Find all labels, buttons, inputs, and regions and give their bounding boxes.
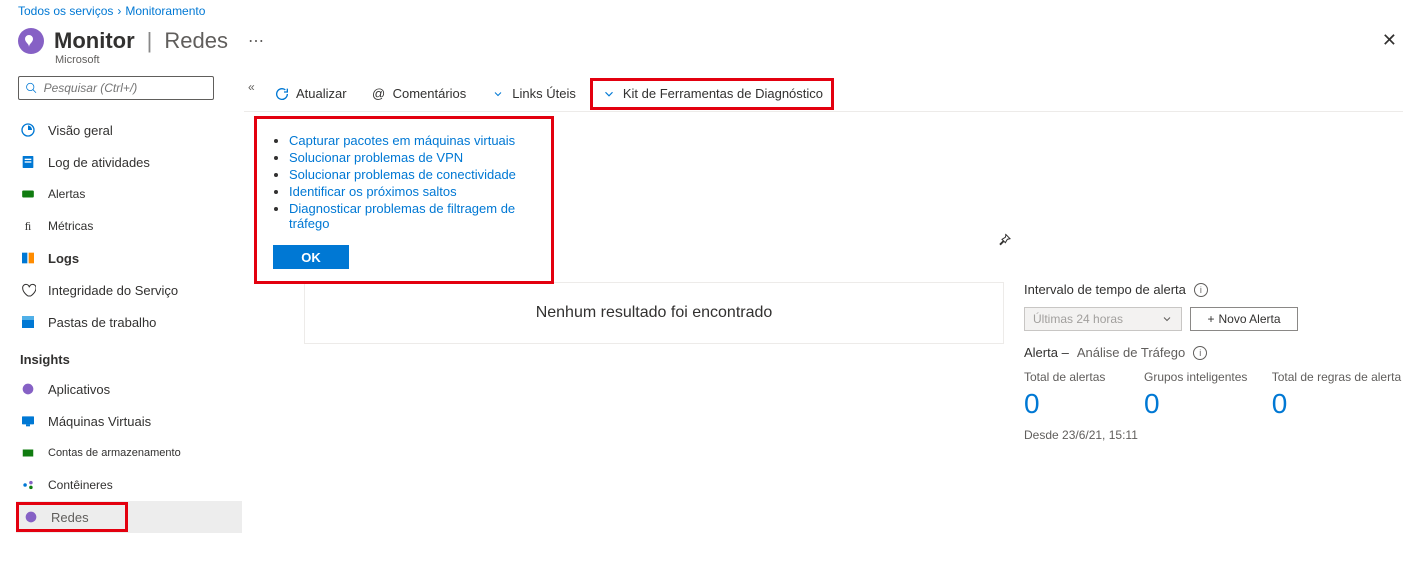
sidebar-item-label: Contas de armazenamento <box>48 447 181 459</box>
sidebar-item-workbooks[interactable]: Pastas de trabalho <box>18 306 244 338</box>
chevron-down-icon <box>490 86 506 102</box>
diagnostic-panel: Capturar pacotes em máquinas virtuais So… <box>254 116 554 284</box>
toolbar-label: Comentários <box>393 86 467 101</box>
sidebar-item-label: Máquinas Virtuais <box>48 414 151 429</box>
toolbar-label: Links Úteis <box>512 86 576 101</box>
sidebar-item-label: Integridade do Serviço <box>48 283 178 298</box>
search-input[interactable] <box>44 81 207 95</box>
vm-icon <box>20 413 36 429</box>
toolbar: Atualizar @ Comentários Links Úteis Kit … <box>244 76 1403 112</box>
sidebar-item-overview[interactable]: Visão geral <box>18 114 244 146</box>
since-label: Desde 23/6/21, 15:11 <box>1024 428 1394 442</box>
sidebar-item-label: Alertas <box>48 187 85 201</box>
overview-icon <box>20 122 36 138</box>
logs-icon <box>20 250 36 266</box>
sidebar-item-activity-log[interactable]: Log de atividades <box>18 146 244 178</box>
refresh-icon <box>274 86 290 102</box>
diag-link-capture-packets[interactable]: Capturar pacotes em máquinas virtuais <box>289 133 515 148</box>
sidebar-item-service-health[interactable]: Integridade do Serviço <box>18 274 244 306</box>
diag-link-vpn[interactable]: Solucionar problemas de VPN <box>289 150 463 165</box>
containers-icon <box>20 477 36 493</box>
close-button[interactable]: ✕ <box>1382 30 1397 51</box>
monitor-icon <box>18 28 44 54</box>
page-title: Monitor <box>54 28 135 54</box>
applications-icon <box>20 381 36 397</box>
feedback-icon: @ <box>371 86 387 102</box>
stat-smart-groups: Grupos inteligentes 0 <box>1144 370 1242 420</box>
chevron-down-icon <box>601 86 617 102</box>
breadcrumb: Todos os serviços›Monitoramento <box>0 0 1423 22</box>
info-icon[interactable]: i <box>1193 346 1207 360</box>
breadcrumb-link-services[interactable]: Todos os serviços <box>18 4 113 18</box>
activity-log-icon <box>20 154 36 170</box>
storage-icon <box>20 445 36 461</box>
search-icon <box>25 81 38 95</box>
time-interval-dropdown[interactable]: Últimas 24 horas <box>1024 307 1182 331</box>
stat-value[interactable]: 0 <box>1144 388 1242 420</box>
sidebar-item-label: Visão geral <box>48 123 113 138</box>
stat-value[interactable]: 0 <box>1024 388 1114 420</box>
plus-icon: + <box>1207 312 1214 326</box>
diagnostic-toolkit-button[interactable]: Kit de Ferramentas de Diagnóstico <box>590 78 834 110</box>
sidebar-item-logs[interactable]: Logs <box>18 242 244 274</box>
sidebar-item-label: Pastas de trabalho <box>48 315 156 330</box>
alert-interval-label: Intervalo de tempo de alerta <box>1024 282 1186 297</box>
dropdown-value: Últimas 24 horas <box>1033 312 1123 326</box>
more-button[interactable]: ⋯ <box>248 31 264 51</box>
diag-link-traffic-filter[interactable]: Diagnosticar problemas de filtragem de t… <box>289 201 515 231</box>
sidebar-item-virtual-machines[interactable]: Máquinas Virtuais <box>18 405 244 437</box>
alerts-icon <box>20 186 36 202</box>
sidebar-item-alerts[interactable]: Alertas <box>18 178 244 210</box>
stat-label: Total de alertas <box>1024 370 1114 384</box>
empty-state: Nenhum resultado foi encontrado <box>304 282 1004 344</box>
sidebar-item-label: Log de atividades <box>48 155 150 170</box>
toolbar-label: Kit de Ferramentas de Diagnóstico <box>623 86 823 101</box>
alert-section-title: Análise de Tráfego <box>1077 345 1185 360</box>
refresh-button[interactable]: Atualizar <box>264 76 357 111</box>
button-label: Novo Alerta <box>1218 312 1280 326</box>
sidebar-item-containers[interactable]: Contêineres <box>18 469 244 501</box>
pin-button[interactable] <box>996 232 1012 251</box>
sidebar-item-storage-accounts[interactable]: Contas de armazenamento <box>18 437 244 469</box>
alerts-panel: Intervalo de tempo de alerta i Últimas 2… <box>1024 282 1394 442</box>
stat-total-alerts: Total de alertas 0 <box>1024 370 1114 420</box>
sidebar: « Visão geral Log de atividades Alertas … <box>0 76 244 533</box>
sidebar-section-insights: Insights <box>20 352 244 367</box>
new-alert-button[interactable]: + Novo Alerta <box>1190 307 1298 331</box>
metrics-icon: ﬁ <box>20 218 36 234</box>
sidebar-item-label: Redes <box>51 510 89 525</box>
diag-link-next-hops[interactable]: Identificar os próximos saltos <box>289 184 457 199</box>
useful-links-button[interactable]: Links Úteis <box>480 76 586 111</box>
breadcrumb-link-monitoring[interactable]: Monitoramento <box>125 4 205 18</box>
results-card: Nenhum resultado foi encontrado <box>304 282 1004 442</box>
page-subtitle: Redes <box>164 28 228 54</box>
sidebar-item-metrics[interactable]: ﬁ Métricas <box>18 210 244 242</box>
workbooks-icon <box>20 314 36 330</box>
stat-value[interactable]: 0 <box>1272 388 1394 420</box>
stat-label: Grupos inteligentes <box>1144 370 1242 384</box>
alert-section-prefix: Alerta – <box>1024 345 1069 360</box>
heart-icon <box>20 282 36 298</box>
sidebar-item-applications[interactable]: Aplicativos <box>18 373 244 405</box>
main-content: Atualizar @ Comentários Links Úteis Kit … <box>244 76 1423 533</box>
toolbar-label: Atualizar <box>296 86 347 101</box>
stat-label: Total de regras de alerta <box>1272 370 1394 384</box>
sidebar-item-label: Métricas <box>48 219 93 233</box>
feedback-button[interactable]: @ Comentários <box>361 76 477 111</box>
sidebar-item-label: Aplicativos <box>48 382 110 397</box>
diag-link-connectivity[interactable]: Solucionar problemas de conectividade <box>289 167 516 182</box>
chevron-down-icon <box>1161 313 1173 325</box>
empty-state-text: Nenhum resultado foi encontrado <box>536 304 773 322</box>
sidebar-item-label: Logs <box>48 251 79 266</box>
networks-icon <box>23 509 39 525</box>
sidebar-item-networks[interactable]: Redes <box>16 501 242 533</box>
page-header: Monitor | Redes ⋯ ✕ <box>0 22 1423 58</box>
search-input-wrapper[interactable] <box>18 76 214 100</box>
ok-button[interactable]: OK <box>273 245 349 269</box>
sidebar-item-label: Contêineres <box>48 478 113 492</box>
info-icon[interactable]: i <box>1194 283 1208 297</box>
stat-alert-rules: Total de regras de alerta 0 <box>1272 370 1394 420</box>
